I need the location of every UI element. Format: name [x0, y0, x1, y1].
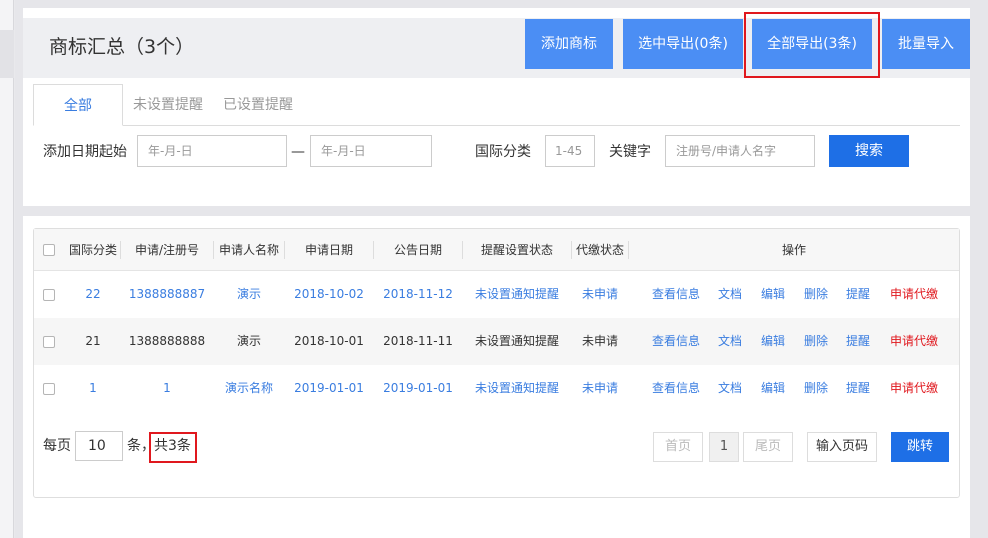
last-page-button[interactable]: 尾页 [743, 432, 793, 462]
list-panel: 国际分类 申请/注册号 申请人名称 申请日期 公告日期 提醒设置状态 代缴状态 … [23, 216, 970, 538]
edit-link[interactable]: 编辑 [759, 365, 787, 412]
col-actions: 操作 [781, 243, 806, 257]
page-number-input[interactable]: 输入页码 [807, 432, 877, 462]
keyword-label: 关键字 [609, 144, 651, 160]
delete-link[interactable]: 删除 [802, 271, 830, 318]
row-apply-date[interactable]: 2018-10-02 [285, 271, 373, 318]
per-page-input[interactable]: 10 [75, 431, 123, 461]
class-label: 国际分类 [475, 144, 531, 160]
row-remind-status[interactable]: 未设置通知提醒 [463, 365, 571, 412]
page-title: 商标汇总（3个） [49, 36, 195, 58]
row-class: 21 [85, 334, 101, 348]
row-applicant: 演示 [236, 334, 261, 348]
strip-notch [0, 30, 14, 78]
row-applicant[interactable]: 演示 [214, 271, 284, 318]
total-count-highlight [149, 432, 197, 463]
delete-link[interactable]: 删除 [802, 365, 830, 412]
view-info-link[interactable]: 查看信息 [649, 365, 703, 412]
apply-pay-link[interactable]: 申请代缴 [886, 318, 942, 365]
tab-all[interactable]: 全部 [33, 84, 123, 126]
col-pub-date: 公告日期 [393, 243, 442, 257]
col-pay-status: 代缴状态 [575, 243, 624, 257]
document-link[interactable]: 文档 [716, 365, 744, 412]
row-pub-date[interactable]: 2019-01-01 [374, 365, 462, 412]
col-applicant: 申请人名称 [218, 243, 279, 257]
row-number[interactable]: 1388888887 [121, 271, 213, 318]
edit-link[interactable]: 编辑 [759, 318, 787, 365]
summary-panel: 商标汇总（3个） 添加商标 选中导出(0条) 全部导出(3条) 批量导入 全部 … [23, 8, 970, 206]
row-number[interactable]: 1 [121, 365, 213, 412]
batch-import-button[interactable]: 批量导入 [882, 19, 970, 69]
tab-not-reminded[interactable]: 未设置提醒 [133, 84, 203, 126]
tab-reminded[interactable]: 已设置提醒 [223, 84, 293, 126]
document-link[interactable]: 文档 [716, 271, 744, 318]
edit-link[interactable]: 编辑 [759, 271, 787, 318]
current-page-button[interactable]: 1 [709, 432, 739, 462]
per-page-label: 每页 [43, 438, 71, 454]
first-page-button[interactable]: 首页 [653, 432, 703, 462]
col-remind-status: 提醒设置状态 [480, 243, 553, 257]
table-row: 1 1 演示名称 2019-01-01 2019-01-01 未设置通知提醒 未… [34, 365, 959, 412]
view-info-link[interactable]: 查看信息 [649, 318, 703, 365]
row-pay-status[interactable]: 未申请 [572, 365, 628, 412]
view-info-link[interactable]: 查看信息 [649, 271, 703, 318]
row-apply-date[interactable]: 2019-01-01 [285, 365, 373, 412]
class-input[interactable]: 1-45 [545, 135, 595, 167]
apply-pay-link[interactable]: 申请代缴 [886, 271, 942, 318]
row-checkbox[interactable] [43, 336, 55, 348]
col-number: 申请/注册号 [134, 243, 200, 257]
jump-button[interactable]: 跳转 [891, 432, 949, 462]
row-remind-status[interactable]: 未设置通知提醒 [463, 271, 571, 318]
date-to-input[interactable]: 年-月-日 [310, 135, 432, 167]
date-label: 添加日期起始 [43, 144, 127, 160]
table-row: 22 1388888887 演示 2018-10-02 2018-11-12 未… [34, 271, 959, 318]
row-checkbox[interactable] [43, 289, 55, 301]
delete-link[interactable]: 删除 [802, 318, 830, 365]
row-checkbox[interactable] [43, 383, 55, 395]
export-selected-button[interactable]: 选中导出(0条) [623, 19, 743, 69]
row-class[interactable]: 22 [66, 271, 120, 318]
row-apply-date: 2018-10-01 [294, 334, 364, 348]
document-link[interactable]: 文档 [716, 318, 744, 365]
row-pub-date: 2018-11-11 [383, 334, 453, 348]
apply-pay-link[interactable]: 申请代缴 [886, 365, 942, 412]
remind-link[interactable]: 提醒 [844, 271, 872, 318]
table-row: 21 1388888888 演示 2018-10-01 2018-11-11 未… [34, 318, 959, 365]
col-apply-date: 申请日期 [304, 243, 353, 257]
left-scroll-strip [0, 0, 14, 538]
date-separator: — [291, 144, 305, 160]
remind-link[interactable]: 提醒 [844, 365, 872, 412]
row-class[interactable]: 1 [66, 365, 120, 412]
row-pub-date[interactable]: 2018-11-12 [374, 271, 462, 318]
add-trademark-button[interactable]: 添加商标 [525, 19, 613, 69]
filter-tabs: 全部 未设置提醒 已设置提醒 [33, 84, 960, 126]
select-all-checkbox[interactable] [43, 244, 55, 256]
export-all-highlight [744, 12, 880, 78]
remind-link[interactable]: 提醒 [844, 318, 872, 365]
date-from-input[interactable]: 年-月-日 [137, 135, 287, 167]
row-number: 1388888888 [128, 334, 206, 348]
col-class: 国际分类 [68, 243, 117, 257]
table-header: 国际分类 申请/注册号 申请人名称 申请日期 公告日期 提醒设置状态 代缴状态 … [34, 229, 959, 271]
row-remind-status: 未设置通知提醒 [474, 334, 559, 348]
row-applicant[interactable]: 演示名称 [214, 365, 284, 412]
search-button[interactable]: 搜索 [829, 135, 909, 167]
row-pay-status: 未申请 [581, 334, 618, 348]
row-pay-status[interactable]: 未申请 [572, 271, 628, 318]
keyword-input[interactable]: 注册号/申请人名字 [665, 135, 815, 167]
